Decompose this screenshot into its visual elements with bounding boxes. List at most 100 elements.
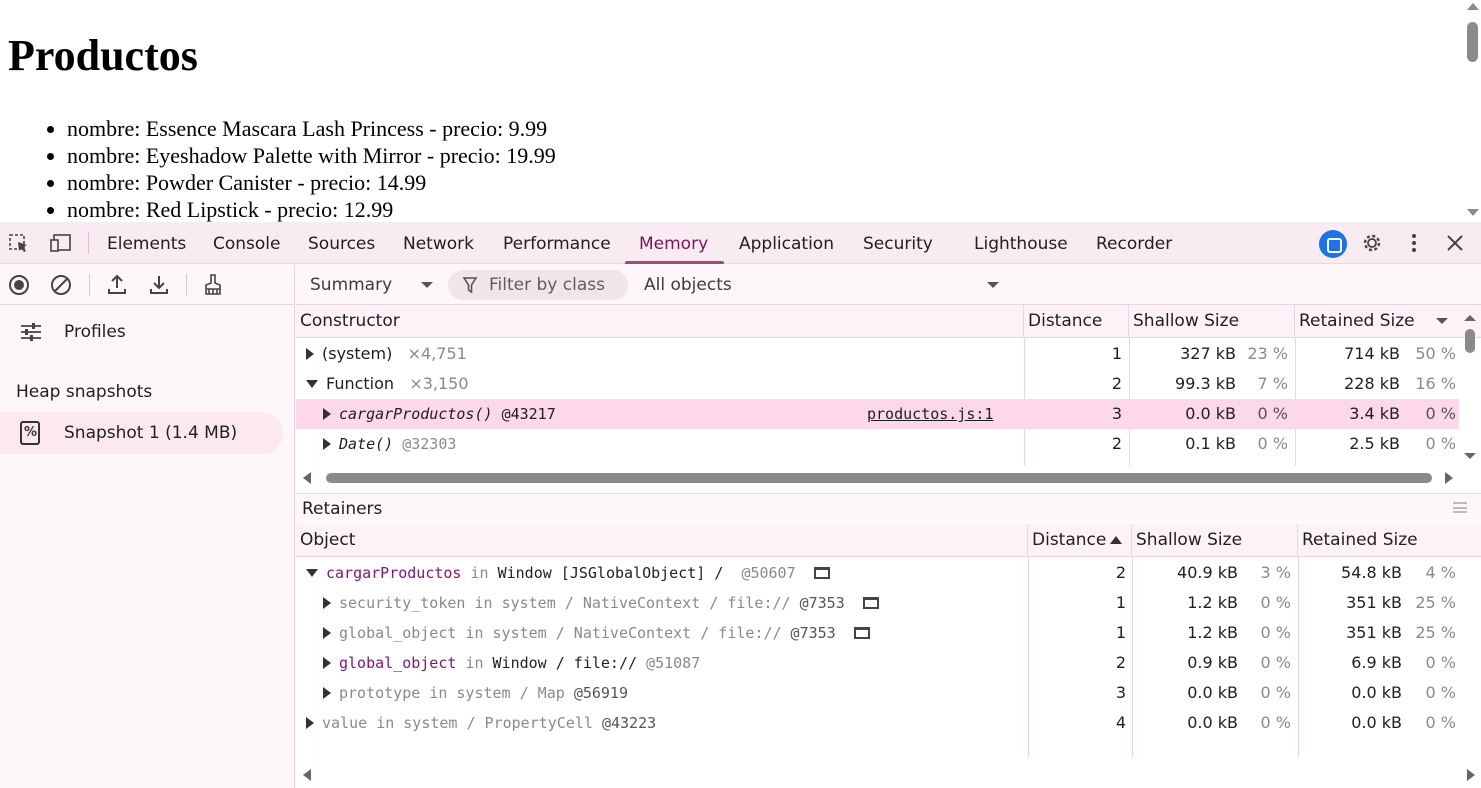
table-row[interactable]: Function ×3,150 2 99.3 kB 7 % 228 kB 16 …: [296, 369, 1481, 399]
toolbar-divider: [89, 274, 90, 296]
retainer-row[interactable]: security_token in system / NativeContext…: [296, 588, 1481, 618]
objects-select[interactable]: All objects: [644, 273, 1004, 297]
collapse-arrow-icon[interactable]: [306, 569, 318, 577]
ai-assistance-icon[interactable]: [1319, 230, 1347, 258]
retained-size-percent: 0 %: [1425, 653, 1456, 672]
grid-vertical-scrollbar[interactable]: [1459, 305, 1481, 465]
retainer-row[interactable]: global_object in Window / file:// @51087…: [296, 648, 1481, 678]
col-retained-size[interactable]: Retained Size: [1295, 305, 1459, 338]
tab-network[interactable]: Network: [403, 222, 474, 264]
retainers-title: Retainers: [302, 499, 383, 519]
expand-arrow-icon[interactable]: [323, 657, 331, 669]
scroll-left-arrow-icon[interactable]: [303, 769, 311, 781]
inspect-element-icon[interactable]: [7, 232, 31, 254]
expand-arrow-icon[interactable]: [323, 438, 331, 450]
retainers-horizontal-scrollbar[interactable]: [296, 764, 1481, 786]
expand-arrow-icon[interactable]: [306, 717, 314, 729]
retainers-grid: Object Distance Shallow Size Retained Si…: [296, 524, 1481, 788]
window-icon[interactable]: [862, 597, 879, 609]
broom-icon[interactable]: [200, 272, 226, 298]
class-filter-input[interactable]: Filter by class: [448, 270, 628, 300]
retained-size-percent: 0 %: [1425, 713, 1456, 732]
expand-arrow-icon[interactable]: [323, 597, 331, 609]
sliders-icon: [18, 320, 44, 351]
tab-sources[interactable]: Sources: [308, 222, 375, 264]
snapshot-item[interactable]: Snapshot 1 (1.4 MB): [0, 412, 283, 454]
row-label: security_token in system / NativeContext…: [323, 588, 879, 618]
distance-value: 3: [1115, 683, 1126, 702]
retainer-row[interactable]: global_object in system / NativeContext …: [296, 618, 1481, 648]
window-icon[interactable]: [853, 627, 870, 639]
filter-icon: [462, 270, 478, 310]
view-select[interactable]: Summary: [310, 273, 440, 297]
table-row-selected[interactable]: cargarProductos() @43217 productos.js:1 …: [296, 399, 1459, 429]
table-row[interactable]: Date() @32303 2 0.1 kB 0 % 2.5 kB 0 %: [296, 429, 1481, 459]
retained-size-percent: 4 %: [1425, 563, 1456, 582]
scroll-right-arrow-icon[interactable]: [1467, 769, 1475, 781]
scroll-right-arrow-icon[interactable]: [1445, 472, 1453, 484]
toolbar-divider: [186, 274, 187, 296]
shallow-size-percent: 3 %: [1260, 563, 1291, 582]
retainer-row[interactable]: value in system / PropertyCell @43223 4 …: [296, 708, 1481, 738]
retained-size-percent: 25 %: [1415, 593, 1456, 612]
expand-arrow-icon[interactable]: [306, 348, 314, 360]
tab-lighthouse[interactable]: Lighthouse: [974, 222, 1068, 264]
grid-horizontal-scrollbar[interactable]: [296, 466, 1481, 488]
function-name: cargarProductos(): [339, 405, 493, 423]
col-distance[interactable]: Distance: [1024, 305, 1129, 338]
window-icon[interactable]: [813, 567, 830, 579]
col-shallow-size[interactable]: Shallow Size: [1132, 524, 1298, 557]
expand-arrow-icon[interactable]: [323, 408, 331, 420]
retainer-row[interactable]: prototype in system / Map @56919 3 0.0 k…: [296, 678, 1481, 708]
scroll-thumb[interactable]: [1467, 22, 1478, 62]
expand-arrow-icon[interactable]: [323, 687, 331, 699]
table-row[interactable]: (system) ×4,751 1 327 kB 23 % 714 kB 50 …: [296, 339, 1481, 369]
scroll-down-arrow-icon[interactable]: [1467, 209, 1479, 216]
scroll-up-arrow-icon[interactable]: [1467, 3, 1479, 10]
col-retained-size[interactable]: Retained Size: [1298, 524, 1481, 557]
tab-security[interactable]: Security: [863, 222, 933, 264]
row-label: prototype in system / Map @56919: [323, 678, 628, 708]
retainer-row[interactable]: cargarProductos in Window [JSGlobalObjec…: [296, 558, 1481, 588]
kebab-menu-icon[interactable]: [1402, 232, 1426, 254]
tab-memory[interactable]: Memory: [624, 222, 725, 264]
col-constructor[interactable]: Constructor: [296, 305, 1024, 338]
source-link[interactable]: productos.js:1: [867, 399, 993, 429]
shallow-size-value: 1.2 kB: [1187, 623, 1238, 642]
shallow-size-value: 0.0 kB: [1185, 404, 1236, 423]
device-toolbar-icon[interactable]: [49, 232, 73, 254]
constructor-grid-header: Constructor Distance Shallow Size Retain…: [296, 305, 1481, 338]
sort-asc-icon: [1110, 536, 1122, 544]
product-item: nombre: Red Lipstick - precio: 12.99: [47, 196, 556, 222]
scroll-left-arrow-icon[interactable]: [303, 472, 311, 484]
page-scrollbar[interactable]: [1463, 0, 1481, 222]
view-select-value: Summary: [310, 275, 393, 295]
shallow-size-value: 0.0 kB: [1187, 713, 1238, 732]
tab-application[interactable]: Application: [739, 222, 834, 264]
gear-icon[interactable]: [1360, 232, 1384, 254]
col-distance[interactable]: Distance: [1028, 524, 1132, 557]
distance-value: 2: [1111, 434, 1122, 453]
tab-performance[interactable]: Performance: [503, 222, 611, 264]
col-object[interactable]: Object: [296, 524, 1028, 557]
distance-value: 1: [1111, 344, 1122, 363]
tab-console[interactable]: Console: [213, 222, 281, 264]
tab-recorder[interactable]: Recorder: [1096, 222, 1172, 264]
retainer-in: in: [376, 714, 395, 732]
close-icon[interactable]: [1443, 232, 1467, 254]
clear-icon[interactable]: [48, 272, 74, 298]
scroll-thumb[interactable]: [326, 473, 1432, 483]
product-item: nombre: Eyeshadow Palette with Mirror - …: [47, 143, 556, 168]
col-shallow-size[interactable]: Shallow Size: [1129, 305, 1295, 338]
object-id: @43223: [601, 714, 657, 732]
collapse-arrow-icon[interactable]: [306, 380, 318, 388]
retainer-in: in: [470, 564, 489, 582]
download-icon[interactable]: [146, 272, 172, 298]
snapshot-label: Snapshot 1 (1.4 MB): [64, 423, 238, 443]
upload-icon[interactable]: [104, 272, 130, 298]
expand-arrow-icon[interactable]: [323, 627, 331, 639]
record-icon[interactable]: [6, 272, 32, 298]
hamburger-menu-icon[interactable]: [1453, 502, 1467, 513]
tab-elements[interactable]: Elements: [107, 222, 186, 264]
retained-size-value: 0.0 kB: [1351, 713, 1402, 732]
